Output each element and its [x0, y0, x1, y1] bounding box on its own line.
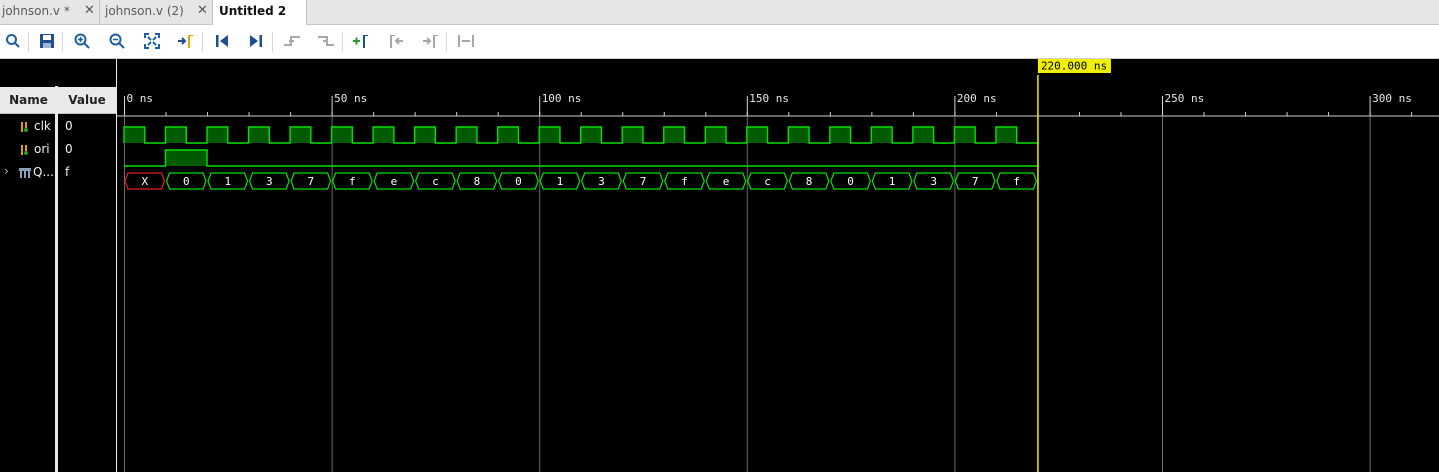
column-splitter[interactable]: [55, 86, 58, 472]
bus-value-label: e: [391, 175, 398, 188]
close-icon[interactable]: ✕: [84, 0, 95, 22]
zoom-in-icon[interactable]: [71, 31, 93, 51]
bus-value-label: c: [432, 175, 439, 188]
signal-row-clk[interactable]: clk 0: [0, 116, 117, 138]
bus-value-label: e: [723, 175, 730, 188]
clk-high-pulse: [871, 127, 893, 143]
clk-high-pulse: [705, 127, 727, 143]
clk-high-pulse: [746, 127, 768, 143]
clk-high-pulse: [788, 127, 810, 143]
timeline-tick-label: 50 ns: [334, 92, 367, 105]
waveform-canvas[interactable]: 0 ns 50 ns 100 ns 150 ns 200 ns 250 ns 300 ns X…: [117, 59, 1439, 472]
bus-value-label: 3: [266, 175, 273, 188]
clk-high-pulse: [580, 127, 602, 143]
timeline-tick-label: 150 ns: [749, 92, 789, 105]
clk-high-pulse: [248, 127, 270, 143]
wire-signal-icon: [18, 143, 30, 160]
bus-value-label: 3: [598, 175, 605, 188]
time-cursor-label: 220.000 ns: [1041, 60, 1107, 73]
editor-tab-bar: johnson.v * ✕ johnson.v (2) ✕ Untitled 2: [0, 0, 1439, 25]
value-column-header[interactable]: Value: [58, 87, 117, 114]
clk-high-pulse: [373, 127, 394, 143]
name-column-header[interactable]: Name: [0, 87, 58, 114]
tab-johnson-v-modified[interactable]: johnson.v * ✕: [0, 0, 100, 24]
timeline-tick-label: 300 ns: [1372, 92, 1412, 105]
bus-value-label: 1: [889, 175, 896, 188]
clk-high-pulse: [539, 127, 560, 143]
timeline-tick-label: 100 ns: [542, 92, 582, 105]
bus-value-label: 8: [806, 175, 813, 188]
save-icon[interactable]: [36, 31, 58, 51]
timeline-tick-label: 200 ns: [957, 92, 997, 105]
clk-high-pulse: [663, 127, 685, 143]
bus-value-label: c: [764, 175, 771, 188]
waveform-toolbar: [0, 25, 1439, 59]
tab-label: Untitled 2: [219, 4, 287, 18]
ori-high-pulse: [165, 150, 208, 166]
ori-waveform: [124, 149, 1038, 167]
clk-high-pulse: [622, 127, 643, 143]
signal-row-q-bus[interactable]: › Q... f: [0, 162, 117, 184]
signal-row-ori[interactable]: ori 0: [0, 139, 117, 161]
zoom-out-icon[interactable]: [106, 31, 128, 51]
previous-marker-icon[interactable]: [385, 31, 407, 51]
zoom-fit-icon[interactable]: [141, 31, 163, 51]
clk-high-pulse: [912, 127, 934, 143]
bus-value-label: 1: [557, 175, 564, 188]
clk-high-pulse: [207, 127, 228, 143]
bus-value-label: 0: [183, 175, 190, 188]
timeline-tick-label: 0 ns: [127, 92, 154, 105]
bus-value-label: f: [349, 175, 356, 188]
tab-label: johnson.v *: [2, 4, 70, 18]
signal-value: 0: [65, 119, 73, 133]
timeline-tick-label: 250 ns: [1165, 92, 1205, 105]
clk-high-pulse: [456, 127, 477, 143]
clk-high-pulse: [290, 127, 311, 143]
tab-label: johnson.v (2): [105, 4, 184, 18]
bus-value-label: 0: [847, 175, 854, 188]
bus-value-label: f: [681, 175, 688, 188]
wire-signal-icon: [18, 120, 30, 137]
go-to-cursor-icon[interactable]: [175, 31, 197, 51]
clk-high-pulse: [331, 127, 353, 143]
waveform-area[interactable]: 0 ns 50 ns 100 ns 150 ns 200 ns 250 ns 300 ns X…: [117, 59, 1439, 472]
bus-value-label: 7: [972, 175, 979, 188]
bus-signal-icon: [18, 166, 32, 183]
next-transition-icon[interactable]: [315, 31, 337, 51]
bus-value-label: f: [1013, 175, 1020, 188]
next-marker-icon[interactable]: [420, 31, 442, 51]
bus-value-label: X: [141, 175, 148, 188]
signal-list-pane: Name Value clk 0 ori 0 › Q... f: [0, 59, 117, 472]
signal-name: clk: [34, 119, 51, 133]
previous-transition-icon[interactable]: [281, 31, 303, 51]
clk-high-pulse: [414, 127, 436, 143]
search-icon[interactable]: [2, 31, 24, 51]
clk-high-pulse: [124, 127, 145, 143]
bus-value-label: 8: [474, 175, 481, 188]
signal-name: Q...: [33, 165, 54, 179]
clk-high-pulse: [165, 127, 187, 143]
clk-high-pulse: [954, 127, 976, 143]
signal-name: ori: [34, 142, 50, 156]
clk-high-pulse: [995, 127, 1017, 143]
close-icon[interactable]: ✕: [197, 0, 208, 22]
go-to-last-time-icon[interactable]: [245, 31, 267, 51]
bus-value-label: 1: [224, 175, 231, 188]
bus-value-label: 3: [930, 175, 937, 188]
bus-value-label: 7: [308, 175, 315, 188]
swap-cursors-icon[interactable]: [455, 31, 477, 51]
go-to-time-0-icon[interactable]: [211, 31, 233, 51]
clk-high-pulse: [829, 127, 851, 143]
expand-chevron-icon[interactable]: ›: [4, 164, 9, 178]
add-marker-icon[interactable]: [350, 31, 372, 51]
tab-untitled-2[interactable]: Untitled 2: [213, 0, 307, 25]
bus-value-label: 7: [640, 175, 647, 188]
bus-value-label: 0: [515, 175, 522, 188]
clk-high-pulse: [497, 127, 519, 143]
signal-value: 0: [65, 142, 73, 156]
signal-value: f: [65, 165, 70, 179]
tab-johnson-v-2[interactable]: johnson.v (2) ✕: [100, 0, 213, 24]
